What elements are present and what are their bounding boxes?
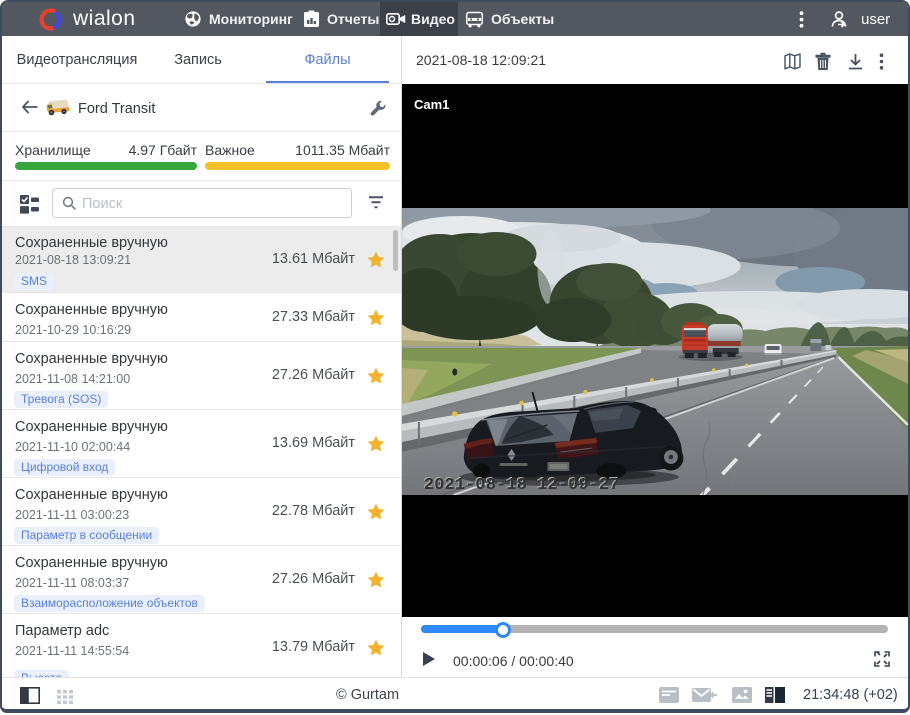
svg-text:2021-08-18 12-09-27: 2021-08-18 12-09-27 — [424, 476, 620, 495]
